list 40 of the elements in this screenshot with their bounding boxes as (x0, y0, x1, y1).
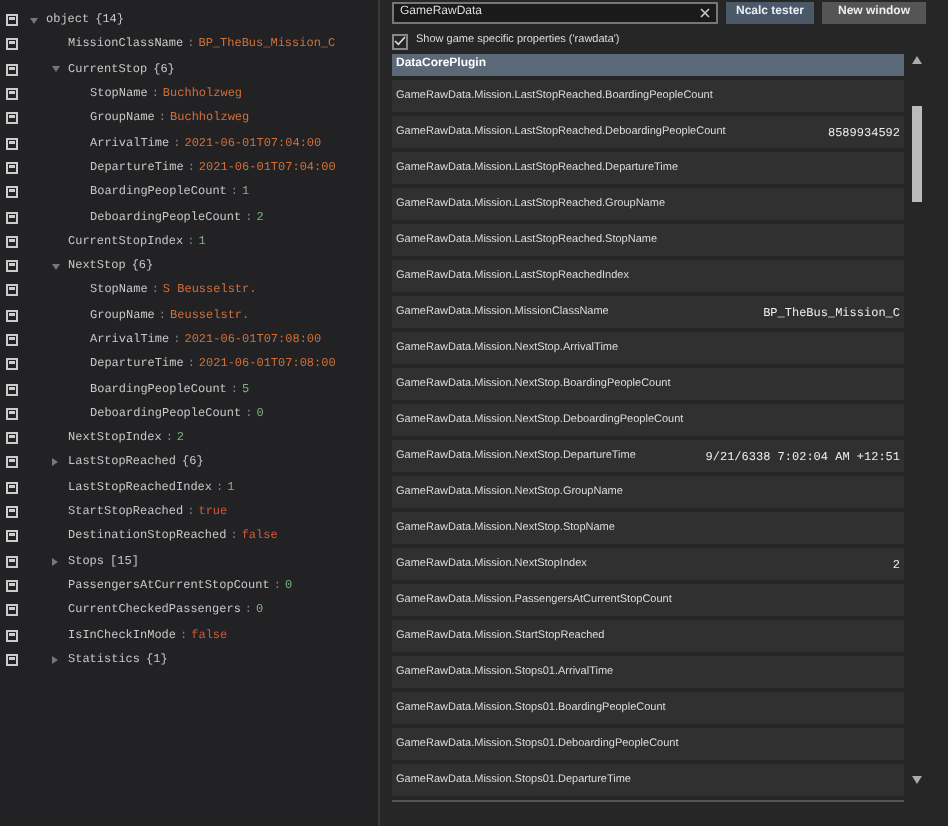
collapsed-arrow-icon[interactable] (52, 655, 58, 664)
square-icon[interactable] (6, 358, 18, 371)
square-icon[interactable] (6, 88, 18, 101)
square-icon[interactable] (6, 309, 18, 322)
square-icon[interactable] (6, 161, 18, 174)
square-icon[interactable] (6, 14, 18, 27)
square-icon[interactable] (6, 530, 18, 543)
square-icon[interactable] (6, 260, 18, 273)
square-icon[interactable] (6, 407, 18, 420)
square-icon[interactable] (6, 432, 18, 445)
square-icon[interactable] (6, 284, 18, 297)
square-icon[interactable] (6, 579, 18, 592)
square-icon[interactable] (6, 629, 18, 642)
scroll-up-icon[interactable] (912, 56, 922, 64)
square-icon[interactable] (6, 555, 18, 568)
square-icon[interactable] (6, 653, 18, 666)
checkbox[interactable] (392, 33, 408, 49)
square-icon[interactable] (6, 506, 18, 519)
scroll-down-icon[interactable] (912, 776, 922, 784)
square-icon[interactable] (6, 137, 18, 150)
expanded-arrow-icon[interactable] (52, 66, 60, 73)
square-icon[interactable] (6, 334, 18, 346)
square-icon[interactable] (6, 112, 18, 125)
scrollbar[interactable] (910, 54, 924, 786)
square-icon[interactable] (6, 383, 18, 396)
expanded-arrow-icon[interactable] (52, 263, 60, 270)
square-icon[interactable] (6, 211, 18, 224)
square-icon[interactable] (6, 38, 18, 51)
square-icon[interactable] (6, 63, 18, 76)
square-icon[interactable] (6, 604, 18, 617)
square-icon[interactable] (6, 456, 18, 469)
check-icon (394, 36, 406, 46)
collapsed-arrow-icon[interactable] (52, 458, 58, 467)
square-icon[interactable] (6, 235, 18, 248)
square-icon[interactable] (6, 481, 18, 494)
square-icon[interactable] (6, 186, 18, 199)
collapsed-arrow-icon[interactable] (52, 557, 58, 566)
clear-icon[interactable] (700, 7, 710, 17)
expanded-arrow-icon[interactable] (30, 17, 38, 24)
scrollbar-thumb[interactable] (912, 106, 922, 202)
